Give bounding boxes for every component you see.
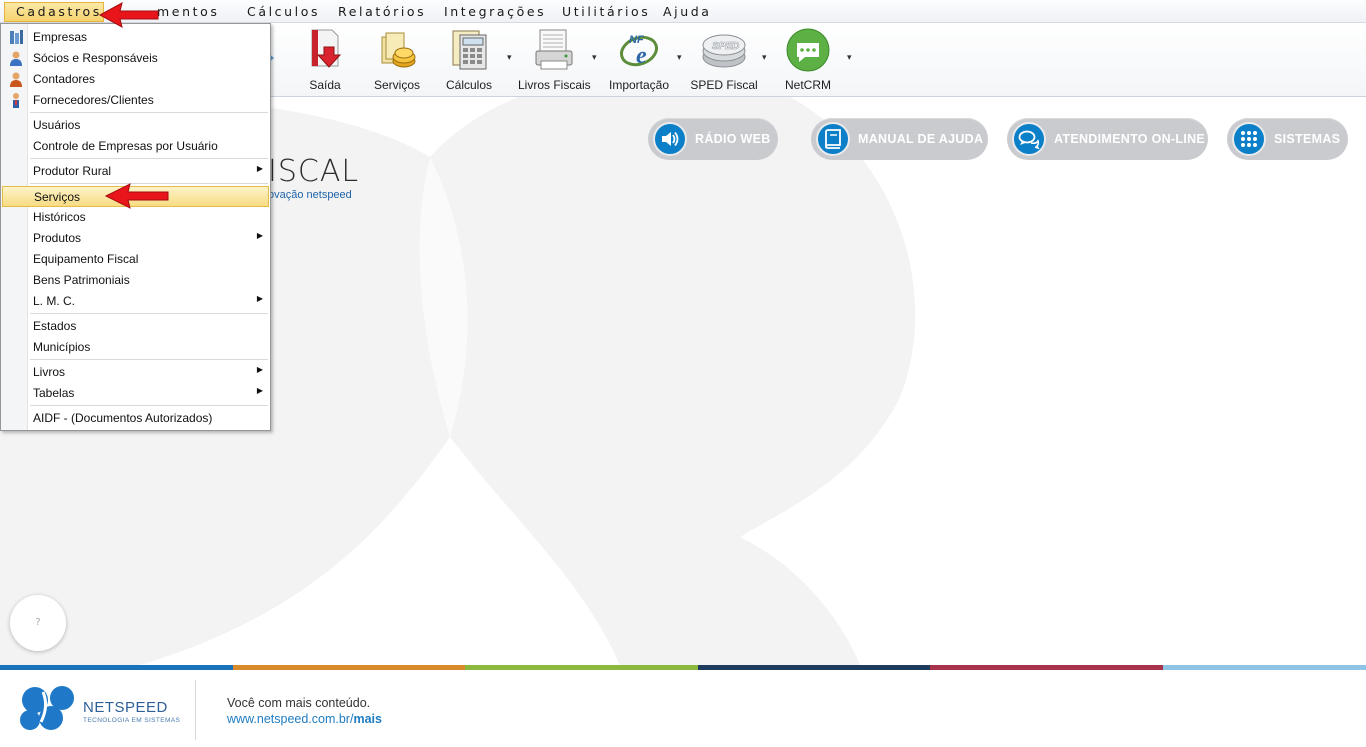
app-window: Cadastros mentos Cálculos Relatórios Int… [0, 0, 1366, 747]
red-pointer-arrow-icon [104, 183, 169, 209]
sistemas-button[interactable]: SISTEMAS [1227, 118, 1348, 160]
netcrm-dropdown-arrow[interactable]: ▾ [847, 53, 852, 63]
menu-item-fornecedores[interactable]: Fornecedores/Clientes [2, 90, 269, 111]
brand-partial-subtitle: ovação netspeed [268, 189, 352, 201]
menu-item-usuarios[interactable]: Usuários [2, 115, 269, 136]
chat-icon [1012, 122, 1046, 156]
footer: NETSPEED TECNOLOGIA EM SISTEMAS Você com… [0, 670, 1366, 747]
menu-item-bens-patrimoniais[interactable]: Bens Patrimoniais [2, 270, 269, 291]
netcrm-icon [786, 28, 830, 72]
submenu-arrow-icon: ▶ [256, 294, 263, 303]
toolbar-saida-label: Saída [309, 78, 341, 92]
menu-item-produtor-rural[interactable]: Produtor Rural ▶ [2, 161, 269, 182]
menu-separator [30, 359, 268, 360]
red-pointer-arrow-icon [98, 2, 159, 28]
toolbar-netcrm-label: NetCRM [784, 78, 831, 92]
svg-text:SPED: SPED [712, 41, 739, 52]
netspeed-logo-icon [20, 686, 74, 730]
livros-fiscais-dropdown-arrow[interactable]: ▾ [592, 53, 597, 63]
grid-icon [1232, 122, 1266, 156]
menu-item-equipamento-fiscal[interactable]: Equipamento Fiscal [2, 249, 269, 270]
manual-ajuda-button[interactable]: MANUAL DE AJUDA [811, 118, 988, 160]
netspeed-tagline: TECNOLOGIA EM SISTEMAS [83, 717, 181, 724]
livros-fiscais-icon [535, 29, 573, 70]
brand-partial-text: ISCAL [268, 154, 360, 189]
calculos-dropdown-arrow[interactable]: ▾ [507, 53, 512, 63]
toolbar-calculos-button[interactable]: Cálculos [441, 25, 497, 95]
toolbar-saida-button[interactable]: Saída [298, 25, 352, 95]
submenu-arrow-icon: ▶ [256, 386, 263, 395]
calculos-icon [452, 30, 487, 70]
menu-relatorios[interactable]: Relatórios [338, 3, 426, 21]
svg-text:e: e [636, 43, 647, 69]
cadastros-dropdown-menu: Empresas Sócios e Responsáveis Contadore… [0, 23, 271, 431]
menu-separator [30, 313, 268, 314]
netspeed-brand-name: NETSPEED [83, 699, 168, 716]
socios-icon [10, 51, 22, 66]
submenu-arrow-icon: ▶ [256, 365, 263, 374]
sped-icon: SPED [702, 34, 746, 68]
menu-utilitarios[interactable]: Utilitários [562, 3, 650, 21]
footer-slogan: Você com mais conteúdo. [227, 696, 371, 710]
footer-divider [195, 680, 196, 740]
atendimento-online-label: ATENDIMENTO ON-LINE [1054, 132, 1206, 146]
fornecedores-icon [13, 93, 19, 108]
radio-web-button[interactable]: RÁDIO WEB [648, 118, 778, 160]
menu-item-produtos[interactable]: Produtos ▶ [2, 228, 269, 249]
contadores-icon [10, 72, 22, 87]
importacao-dropdown-arrow[interactable]: ▾ [677, 53, 682, 63]
atendimento-online-button[interactable]: ATENDIMENTO ON-LINE [1007, 118, 1208, 160]
menubar: Cadastros mentos Cálculos Relatórios Int… [0, 0, 1366, 23]
toolbar-livros-fiscais-label: Livros Fiscais [518, 78, 591, 92]
menu-separator [30, 405, 268, 406]
toolbar-netcrm-button[interactable]: NetCRM [780, 25, 836, 95]
menu-integracoes[interactable]: Integrações [444, 3, 546, 21]
toolbar-importacao-label: Importação [608, 78, 670, 92]
help-chat-bubble[interactable]: ? [10, 595, 66, 651]
toolbar-servicos-label: Serviços [373, 78, 420, 92]
menu-item-controle-empresas-usuario[interactable]: Controle de Empresas por Usuário [2, 136, 269, 157]
submenu-arrow-icon: ▶ [256, 164, 263, 173]
menu-separator [30, 158, 268, 159]
menu-lancamentos[interactable]: mentos [157, 3, 219, 21]
empresas-icon [10, 30, 23, 44]
speaker-icon [653, 122, 687, 156]
saida-icon [311, 29, 342, 68]
book-icon [816, 122, 850, 156]
menu-item-empresas[interactable]: Empresas [2, 27, 269, 48]
menu-item-contadores[interactable]: Contadores [2, 69, 269, 90]
footer-link[interactable]: www.netspeed.com.br/mais [227, 712, 382, 726]
servicos-icon [381, 32, 416, 68]
submenu-arrow-icon: ▶ [256, 231, 263, 240]
toolbar-sped-fiscal-label: SPED Fiscal [690, 78, 758, 92]
menu-separator [30, 112, 268, 113]
toolbar-importacao-button[interactable]: NF e Importação [606, 25, 672, 95]
menu-ajuda[interactable]: Ajuda [663, 3, 712, 21]
nfe-icon: NF e [620, 34, 658, 69]
menu-item-aidf[interactable]: AIDF - (Documentos Autorizados) [2, 408, 269, 429]
menu-item-tabelas[interactable]: Tabelas ▶ [2, 383, 269, 404]
menu-cadastros[interactable]: Cadastros [4, 2, 104, 22]
menu-item-socios[interactable]: Sócios e Responsáveis [2, 48, 269, 69]
menu-calculos[interactable]: Cálculos [247, 3, 320, 21]
menu-item-livros[interactable]: Livros ▶ [2, 362, 269, 383]
menu-item-lmc[interactable]: L. M. C. ▶ [2, 291, 269, 312]
menu-item-estados[interactable]: Estados [2, 316, 269, 337]
toolbar-calculos-label: Cálculos [445, 78, 493, 92]
sistemas-label: SISTEMAS [1274, 132, 1341, 146]
sped-fiscal-dropdown-arrow[interactable]: ▾ [762, 53, 767, 63]
toolbar-livros-fiscais-button[interactable]: Livros Fiscais [518, 25, 591, 95]
radio-web-label: RÁDIO WEB [695, 132, 771, 146]
toolbar-sped-fiscal-button[interactable]: SPED SPED Fiscal [688, 25, 760, 95]
toolbar-servicos-button[interactable]: Serviços [368, 25, 426, 95]
manual-ajuda-label: MANUAL DE AJUDA [858, 132, 984, 146]
menu-item-municipios[interactable]: Municípios [2, 337, 269, 358]
